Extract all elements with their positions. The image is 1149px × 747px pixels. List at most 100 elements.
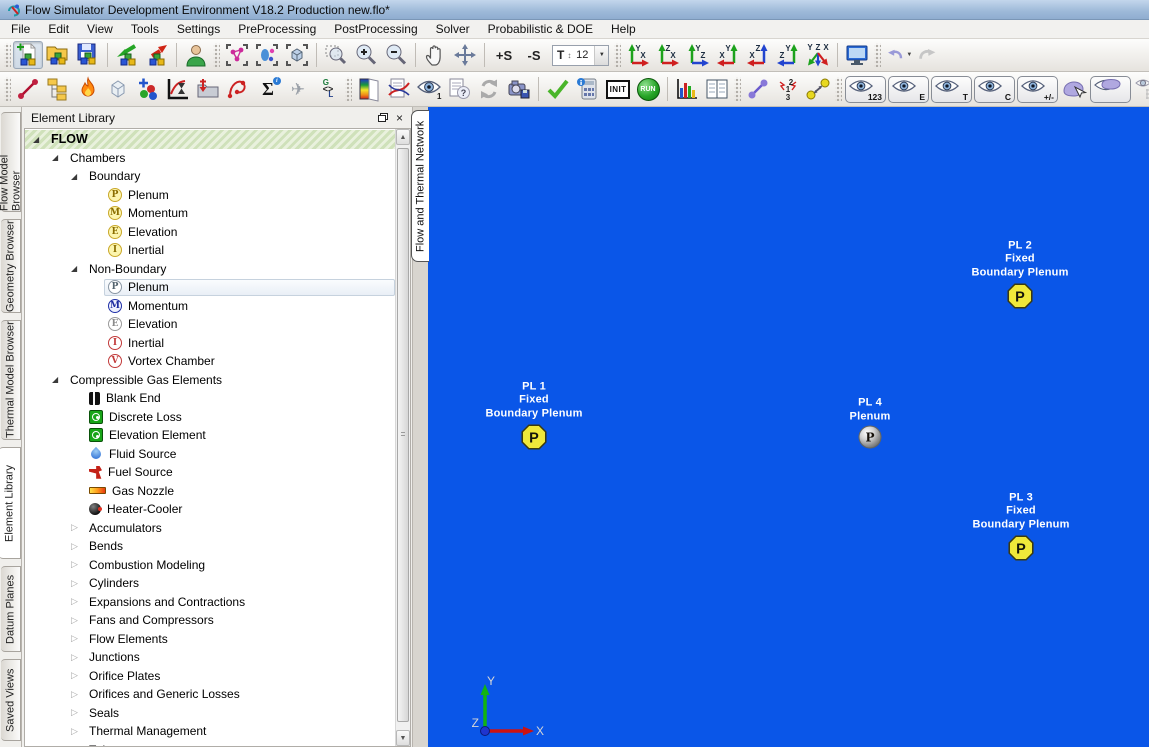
view-zx-button[interactable]: ZX: [653, 41, 683, 69]
collapsed-arrow-icon[interactable]: ▷: [69, 615, 85, 626]
float-panel-button[interactable]: [374, 110, 391, 125]
collapsed-arrow-icon[interactable]: ▷: [69, 707, 85, 718]
zoom-window-button[interactable]: [321, 41, 351, 69]
tree-item-elevation[interactable]: EElevation: [25, 315, 395, 334]
expanded-arrow-icon[interactable]: ◢: [69, 264, 85, 273]
view-yx-button[interactable]: YX: [623, 41, 653, 69]
show-signs-button[interactable]: +/-: [1017, 76, 1058, 103]
menu-preprocessing[interactable]: PreProcessing: [229, 20, 325, 38]
show-grid-button[interactable]: [1132, 75, 1149, 103]
tree-item-inertial[interactable]: IInertial: [25, 334, 395, 353]
query-form-button[interactable]: ?: [444, 75, 474, 103]
select-surface-button[interactable]: [1059, 75, 1089, 103]
run-solver-button[interactable]: RUN: [633, 75, 663, 103]
menu-help[interactable]: Help: [602, 20, 645, 38]
tree-item-flow-elements[interactable]: ▷Flow Elements: [25, 630, 395, 649]
contour-plot-button[interactable]: [354, 75, 384, 103]
tree-item-elevation[interactable]: EElevation: [25, 223, 395, 242]
scrollbar-track[interactable]: [396, 145, 410, 730]
menu-settings[interactable]: Settings: [168, 20, 229, 38]
collapsed-arrow-icon[interactable]: ▷: [69, 559, 85, 570]
view-xz-button[interactable]: ZX: [743, 41, 773, 69]
tree-item-junctions[interactable]: ▷Junctions: [25, 648, 395, 667]
font-size-combobox[interactable]: T ↕ 12 ▼: [552, 45, 609, 66]
redo-button[interactable]: [913, 41, 943, 69]
save-model-button[interactable]: [73, 41, 103, 69]
collapsed-arrow-icon[interactable]: ▷: [69, 726, 85, 737]
tree-item-flow[interactable]: ◢FLOW: [25, 130, 395, 149]
menu-view[interactable]: View: [78, 20, 122, 38]
expanded-arrow-icon[interactable]: ◢: [31, 135, 47, 144]
sidebar-tab-thermal-model-browser[interactable]: Thermal Model Browser: [1, 320, 21, 440]
tree-scrollbar[interactable]: ▲ ▼: [395, 129, 410, 746]
view-isometric-button[interactable]: YZX: [803, 41, 833, 69]
fit-cube-button[interactable]: [282, 41, 312, 69]
increase-symbol-size-button[interactable]: +S: [489, 41, 519, 69]
undo-button[interactable]: ▼: [883, 41, 913, 69]
tree-item-non-boundary[interactable]: ◢Non-Boundary: [25, 260, 395, 279]
tree-item-blank-end[interactable]: Blank End: [25, 389, 395, 408]
renumber-elements-button[interactable]: 213: [773, 75, 803, 103]
refresh-button[interactable]: [474, 75, 504, 103]
collapsed-arrow-icon[interactable]: ▷: [69, 633, 85, 644]
display-settings-button[interactable]: [842, 41, 872, 69]
toolbar-drag-handle[interactable]: [4, 43, 11, 67]
expanded-arrow-icon[interactable]: ◢: [69, 172, 85, 181]
font-size-dropdown-icon[interactable]: ▼: [594, 46, 608, 65]
export-model-button[interactable]: [142, 41, 172, 69]
node-pl-4[interactable]: PL 4PlenumP: [860, 427, 881, 448]
tree-item-fuel-source[interactable]: Fuel Source: [25, 463, 395, 482]
combustor-button[interactable]: [73, 75, 103, 103]
scroll-down-icon[interactable]: ▼: [396, 730, 410, 746]
scroll-up-icon[interactable]: ▲: [396, 129, 410, 145]
sidebar-tab-element-library[interactable]: Element Library: [0, 447, 21, 559]
menu-solver[interactable]: Solver: [427, 20, 479, 38]
sidebar-tab-saved-views[interactable]: Saved Views: [1, 659, 21, 741]
tree-item-seals[interactable]: ▷Seals: [25, 704, 395, 723]
undo-dropdown-icon[interactable]: ▼: [906, 52, 912, 58]
link-elements-button[interactable]: [743, 75, 773, 103]
tree-item-momentum[interactable]: MMomentum: [25, 297, 395, 316]
zoom-in-button[interactable]: [351, 41, 381, 69]
fit-model-button[interactable]: [252, 41, 282, 69]
close-panel-button[interactable]: ×: [391, 110, 408, 125]
menu-postprocessing[interactable]: PostProcessing: [325, 20, 426, 38]
collapsed-arrow-icon[interactable]: ▷: [69, 578, 85, 589]
tree-item-bends[interactable]: ▷Bends: [25, 537, 395, 556]
view-zy-button[interactable]: YZ: [773, 41, 803, 69]
tree-item-thermal-management[interactable]: ▷Thermal Management: [25, 722, 395, 741]
sidebar-tab-geometry-browser[interactable]: Geometry Browser: [1, 219, 21, 313]
tree-item-chambers[interactable]: ◢Chambers: [25, 149, 395, 168]
tree-item-expansions-and-contractions[interactable]: ▷Expansions and Contractions: [25, 593, 395, 612]
transient-folder-button[interactable]: [193, 75, 223, 103]
node-pl-1[interactable]: PL 1FixedBoundary PlenumP: [521, 424, 548, 451]
show-elements-button[interactable]: E: [888, 76, 929, 103]
new-model-button[interactable]: [13, 41, 43, 69]
curve-editor-button[interactable]: [223, 75, 253, 103]
tree-item-tubes[interactable]: ▷Tubes: [25, 741, 395, 747]
tree-item-compressible-gas-elements[interactable]: ◢Compressible Gas Elements: [25, 371, 395, 390]
tree-item-boundary[interactable]: ◢Boundary: [25, 167, 395, 186]
test-rig-chart-button[interactable]: [163, 75, 193, 103]
toolbar-drag-handle2[interactable]: [4, 77, 11, 101]
add-primitives-button[interactable]: [133, 75, 163, 103]
show-surfaces-button[interactable]: [1090, 76, 1131, 103]
tree-item-elevation-element[interactable]: Elevation Element: [25, 426, 395, 445]
tree-item-heater-cooler[interactable]: Heater-Cooler: [25, 500, 395, 519]
aircraft-mission-button[interactable]: ✈: [283, 75, 313, 103]
results-table-button[interactable]: [702, 75, 732, 103]
tree-item-plenum[interactable]: PPlenum: [25, 278, 395, 297]
collapsed-arrow-icon[interactable]: ▷: [69, 670, 85, 681]
node-pl-3[interactable]: PL 3FixedBoundary PlenumP: [1008, 535, 1035, 562]
menu-tools[interactable]: Tools: [122, 20, 168, 38]
snapshot-button[interactable]: [504, 75, 534, 103]
zoom-out-button[interactable]: [381, 41, 411, 69]
expanded-arrow-icon[interactable]: ◢: [50, 153, 66, 162]
tree-item-vortex-chamber[interactable]: VVortex Chamber: [25, 352, 395, 371]
network-canvas[interactable]: Y X Z PL 1FixedBoundary PlenumPPL 2Fixed…: [428, 107, 1149, 747]
edit-form-button[interactable]: [384, 75, 414, 103]
tree-item-discrete-loss[interactable]: Discrete Loss: [25, 408, 395, 427]
validate-model-button[interactable]: [543, 75, 573, 103]
rotate-view-button[interactable]: [450, 41, 480, 69]
import-model-button[interactable]: [112, 41, 142, 69]
